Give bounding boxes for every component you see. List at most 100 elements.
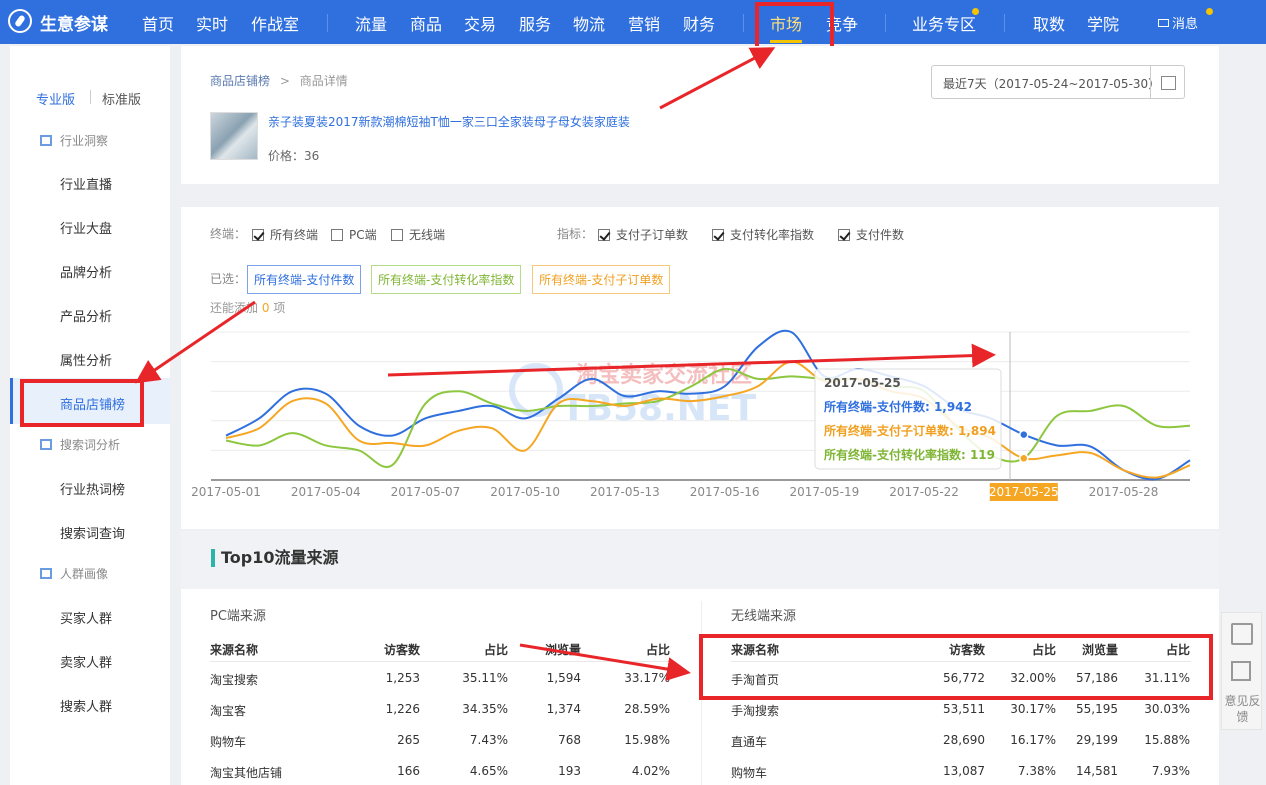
pc-table-header: 占比 (645, 643, 670, 657)
checkbox-conversion-index[interactable]: 支付转化率指数 (712, 226, 814, 243)
sidebar-item-search-crowd[interactable]: 搜索人群 (60, 696, 112, 715)
pc-table-caption: PC端来源 (210, 609, 266, 624)
building-icon (40, 439, 52, 450)
mobile-table-header: 占比 (1031, 643, 1056, 657)
pc-table-cell: 28.59% (624, 702, 670, 716)
right-toolbar: 意见反馈 (1221, 612, 1262, 730)
share-icon[interactable] (1231, 661, 1251, 681)
sidebar-item-attribute-analysis[interactable]: 属性分析 (60, 350, 112, 369)
product-header-card: 商品店铺榜 > 商品详情 最近7天（2017-05-24~2017-05-30）… (181, 46, 1219, 184)
pc-table-cell: 768 (558, 733, 581, 747)
nav-trade[interactable]: 交易 (464, 11, 496, 35)
breadcrumb-root[interactable]: 商品店铺榜 (210, 74, 270, 88)
checkbox-mobile[interactable]: 无线端 (391, 226, 445, 243)
mobile-table-cell: 30.03% (1144, 702, 1190, 716)
sidebar-item-industry-live[interactable]: 行业直播 (60, 174, 112, 193)
nav-divider (743, 14, 744, 32)
mobile-table-cell[interactable]: 直通车 (731, 733, 767, 750)
nav-marketing[interactable]: 营销 (628, 11, 660, 35)
product-thumbnail[interactable] (210, 112, 258, 160)
mobile-table-cell: 7.93% (1151, 764, 1190, 778)
qr-code-icon[interactable] (1231, 623, 1253, 645)
date-range-picker[interactable]: 最近7天（2017-05-24~2017-05-30） (931, 65, 1185, 99)
feedback-button[interactable]: 意见反馈 (1222, 693, 1263, 725)
sidebar-item-hot-words[interactable]: 行业热词榜 (60, 479, 125, 498)
x-tick-label: 2017-05-04 (291, 485, 361, 499)
message-button[interactable]: 消息 (1158, 13, 1198, 32)
x-tick-label: 2017-05-22 (889, 485, 959, 499)
pc-table-cell[interactable]: 淘宝客 (210, 702, 246, 719)
checkbox-all-terminals[interactable]: 所有终端 (252, 226, 318, 243)
date-range-text: 最近7天（2017-05-24~2017-05-30） (943, 77, 1161, 91)
pc-table-cell: 34.35% (462, 702, 508, 716)
mobile-table-cell: 53,511 (943, 702, 985, 716)
mobile-table-cell: 15.88% (1144, 733, 1190, 747)
section-crowd-portrait: 人群画像 (40, 565, 108, 582)
selected-label: 已选： (210, 272, 247, 286)
message-dot (1206, 8, 1213, 15)
highlight-box-shop-rank (20, 379, 144, 427)
tooltip-date: 2017-05-25 (824, 376, 901, 390)
mobile-table-cell: 57,186 (1076, 671, 1118, 685)
section-industry-insight: 行业洞察 (40, 132, 108, 149)
sidebar-item-buyer-crowd[interactable]: 买家人群 (60, 608, 112, 627)
breadcrumb: 商品店铺榜 > 商品详情 (210, 72, 348, 89)
version-standard-tab[interactable]: 标准版 (102, 89, 141, 108)
calendar-icon[interactable] (1150, 66, 1184, 98)
sidebar-item-industry-overview[interactable]: 行业大盘 (60, 218, 112, 237)
nav-home[interactable]: 首页 (142, 11, 174, 35)
building-icon (40, 568, 52, 579)
mobile-table-cell[interactable]: 手淘首页 (731, 671, 779, 688)
pc-table-cell[interactable]: 购物车 (210, 733, 246, 750)
nav-finance[interactable]: 财务 (683, 11, 715, 35)
mobile-table-cell[interactable]: 购物车 (731, 764, 767, 781)
pc-table-cell[interactable]: 淘宝其他店铺 (210, 764, 282, 781)
trend-chart-card: 终端： 所有终端 PC端 无线端 指标： 支付子订单数 支付转化率指数 支付件数… (181, 207, 1219, 529)
nav-service[interactable]: 服务 (519, 11, 551, 35)
version-divider (90, 90, 91, 104)
pc-table-cell: 4.02% (631, 764, 670, 778)
checkbox-pc[interactable]: PC端 (331, 226, 377, 243)
nav-logistics[interactable]: 物流 (573, 11, 605, 35)
watermark-text-en: TB58.NET (561, 388, 756, 429)
pc-table-cell: 193 (558, 764, 581, 778)
product-title-link[interactable]: 亲子装夏装2017新款潮棉短袖T恤一家三口全家装母子母女装家庭装 (268, 113, 630, 130)
selected-tag-paid-items[interactable]: 所有终端-支付件数 (247, 265, 362, 294)
selected-tag-sub-orders[interactable]: 所有终端-支付子订单数 (532, 265, 671, 294)
mobile-table-header: 占比 (1165, 643, 1190, 657)
nav-traffic[interactable]: 流量 (355, 11, 387, 35)
selected-tag-conversion-index[interactable]: 所有终端-支付转化率指数 (371, 265, 522, 294)
pc-table-cell: 35.11% (462, 671, 508, 685)
sidebar-item-brand-analysis[interactable]: 品牌分析 (60, 262, 112, 281)
nav-academy[interactable]: 学院 (1087, 11, 1119, 35)
x-tick-label: 2017-05-28 (1089, 485, 1159, 499)
nav-business-zone[interactable]: 业务专区 (912, 11, 976, 35)
tooltip-line-paid-items: 所有终端-支付件数: 1,942 (824, 399, 972, 414)
top-navbar: 生意参谋 首页 实时 作战室 流量 商品 交易 服务 物流 营销 财务 市场 竞… (0, 0, 1266, 44)
section-search-analysis: 搜索词分析 (40, 436, 120, 453)
x-tick-label: 2017-05-19 (789, 485, 859, 499)
chart-tooltip: 2017-05-25 所有终端-支付件数: 1,942 所有终端-支付子订单数:… (814, 368, 1002, 470)
mobile-table-cell[interactable]: 手淘搜索 (731, 702, 779, 719)
checkbox-paid-items[interactable]: 支付件数 (838, 226, 904, 243)
trend-line-chart[interactable]: 淘宝卖家交流社区 TB58.NET 2017-05-01 2017-05-04 20… (181, 317, 1219, 517)
sidebar-item-seller-crowd[interactable]: 卖家人群 (60, 652, 112, 671)
checkbox-sub-orders[interactable]: 支付子订单数 (598, 226, 688, 243)
pc-table-cell: 1,226 (385, 702, 420, 716)
nav-divider (885, 14, 886, 32)
checkbox-checked-icon (598, 229, 610, 241)
top10-header: Top10流量来源 (181, 531, 1219, 589)
nav-warroom[interactable]: 作战室 (251, 11, 299, 35)
sidebar-item-product-analysis[interactable]: 产品分析 (60, 306, 112, 325)
sidebar-item-word-query[interactable]: 搜索词查询 (60, 523, 125, 542)
pc-table-cell[interactable]: 淘宝搜索 (210, 671, 258, 688)
nav-realtime[interactable]: 实时 (196, 11, 228, 35)
nav-product[interactable]: 商品 (410, 11, 442, 35)
x-tick-label: 2017-05-16 (690, 485, 760, 499)
nav-divider (327, 14, 328, 32)
metric-label: 指标： (557, 227, 594, 241)
version-pro-tab[interactable]: 专业版 (36, 89, 75, 108)
product-price: 价格：36 (268, 149, 320, 163)
nav-data-fetch[interactable]: 取数 (1033, 11, 1065, 35)
mobile-header-line (731, 661, 1191, 662)
